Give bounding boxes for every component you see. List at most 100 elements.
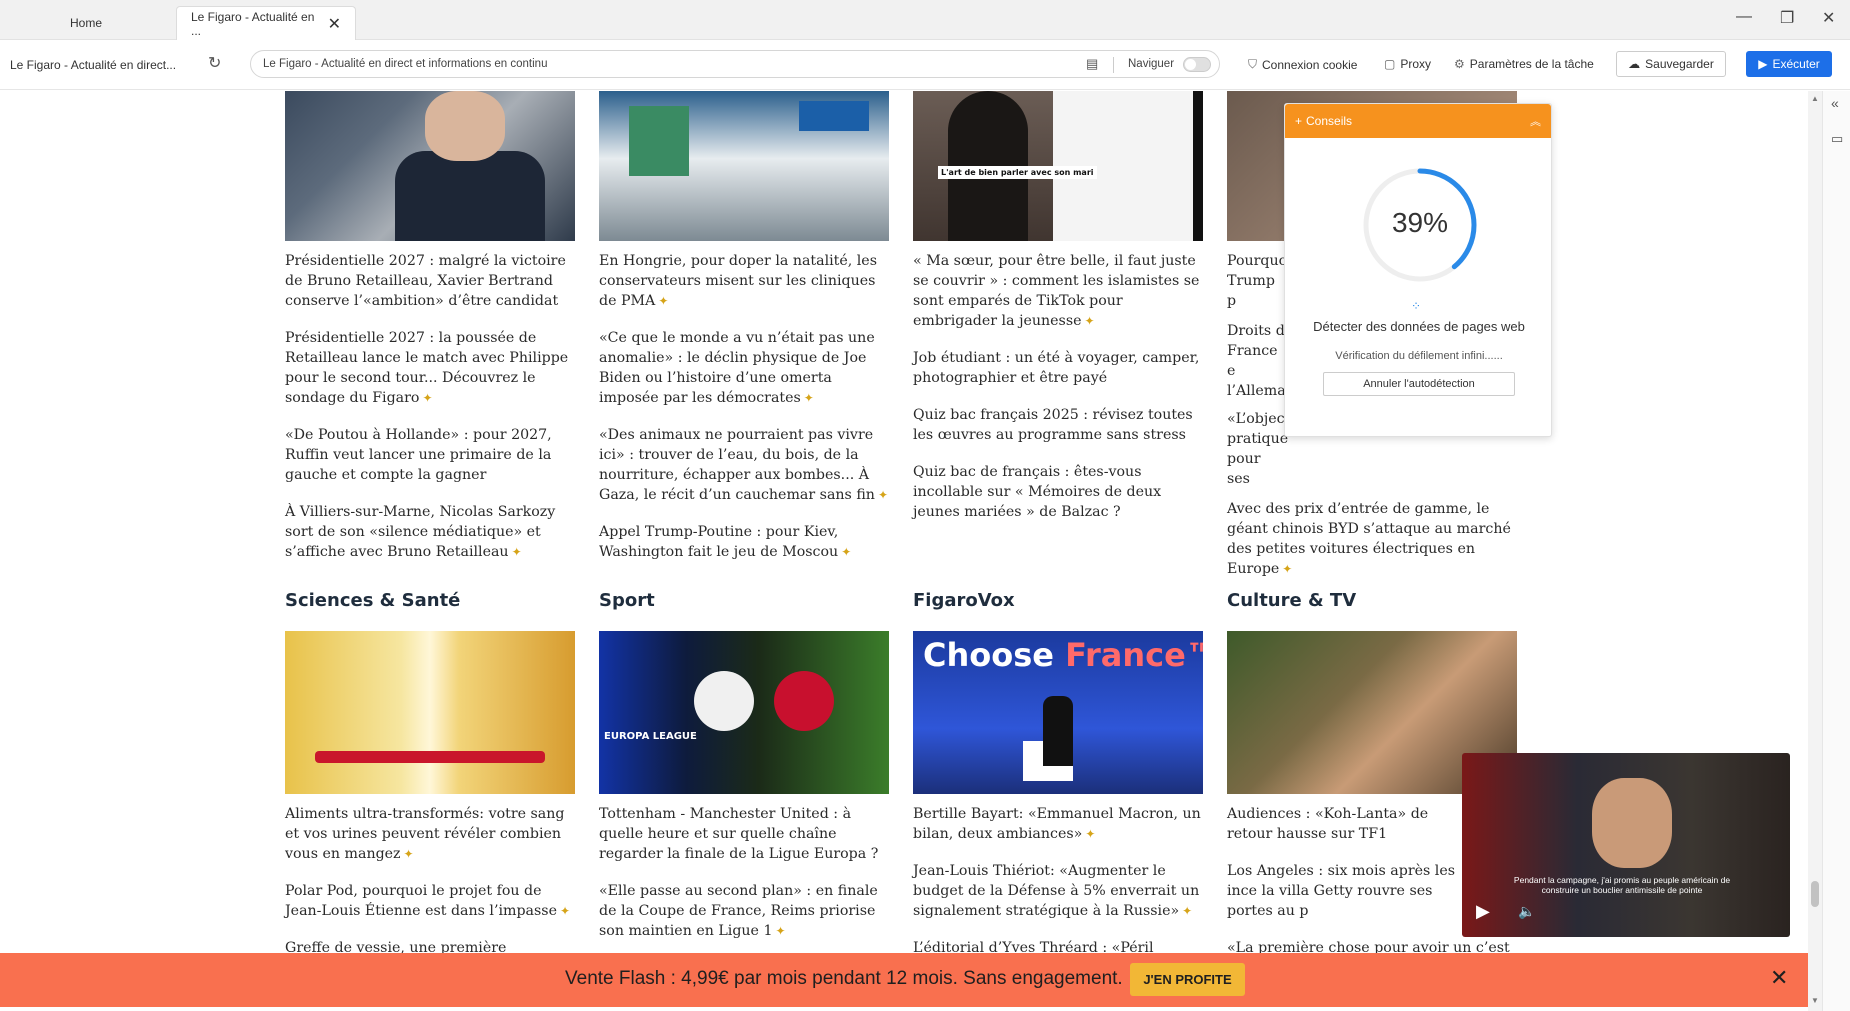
image-title: Choose France™ [923,636,1203,674]
detect-status: Détecter des données de pages web [1313,319,1525,334]
premium-icon: ✦ [511,545,522,559]
tab-label: Le Figaro - Actualité en ... [191,9,315,38]
page-title: Le Figaro - Actualité en direct... [10,58,177,72]
url-text: Le Figaro - Actualité en direct et infor… [263,58,548,70]
tab-label: Home [70,16,103,30]
article-image[interactable]: Choose France™ [913,631,1203,794]
article-image[interactable] [599,91,889,241]
scrollbar[interactable]: ▲ ▼ [1808,91,1822,1011]
scroll-down-icon[interactable]: ▼ [1811,996,1819,1005]
scrollbar-thumb[interactable] [1811,881,1819,907]
article-link[interactable]: Polar Pod, pourquoi le projet fou de Jea… [285,881,575,921]
divider [1113,57,1114,73]
article-title: «Elle passe au second plan» : en finale … [599,883,878,939]
tips-panel-header: + Conseils ︽ [1285,104,1551,138]
article-image[interactable]: EUROPA LEAGUE [599,631,889,794]
proxy-button[interactable]: ▢ Proxy [1384,57,1431,71]
cancel-autodetect-button[interactable]: Annuler l'autodétection [1323,372,1515,396]
premium-icon: ✦ [1084,314,1095,328]
collapse-icon[interactable]: ︽ [1530,113,1541,129]
promo-text: Vente Flash : 4,99€ par mois pendant 12 … [565,968,1123,989]
article-link[interactable]: Appel Trump-Poutine : pour Kiev, Washing… [599,522,889,562]
article-link[interactable]: Pourquo Trump p [1227,251,1287,311]
news-column: L'art de bien parler avec son mari « Ma … [913,91,1203,522]
image-shape [694,671,754,731]
article-link[interactable]: «De Poutou à Hollande» : pour 2027, Ruff… [285,425,575,485]
article-link[interactable]: «Ce que le monde a vu n’était pas une an… [599,328,889,408]
tab-home[interactable]: Home [0,6,176,40]
url-input[interactable]: Le Figaro - Actualité en direct et infor… [250,50,1220,78]
article-link[interactable]: Quiz bac de français : êtes-vous incolla… [913,462,1203,522]
news-column: Présidentielle 2027 : malgré la victoire… [285,91,575,562]
tips-title: Conseils [1306,114,1353,128]
article-link[interactable]: En Hongrie, pour doper la natalité, les … [599,251,889,311]
article-link[interactable]: Aliments ultra-transformés: votre sang e… [285,804,575,864]
article-link[interactable]: Droits d France e l’Allemag [1227,321,1295,401]
article-link[interactable]: À Villiers-sur-Marne, Nicolas Sarkozy so… [285,502,575,562]
volume-icon[interactable]: 🔈 [1518,903,1535,920]
article-link[interactable]: « Ma sœur, pour être belle, il faut just… [913,251,1203,331]
premium-icon: ✦ [559,904,571,918]
section-title[interactable]: FigaroVox [913,590,1015,611]
collapse-left-icon[interactable]: « [1831,95,1839,111]
premium-icon: ✦ [658,294,669,308]
run-button[interactable]: ▶ Exécuter [1746,51,1832,77]
image-shape [425,91,505,161]
cookie-login-button[interactable]: ⛉ Connexion cookie [1248,57,1357,72]
article-link[interactable]: Jean-Louis Thiériot: «Augmenter le budge… [913,861,1203,921]
play-icon[interactable]: ▶ [1476,901,1490,922]
article-link[interactable]: «L’object pratique pour ses [1227,409,1291,489]
image-shape [799,101,869,131]
premium-icon: ✦ [1085,827,1096,841]
minimize-icon[interactable]: — [1736,8,1752,26]
restore-icon[interactable]: ❐ [1780,8,1794,28]
close-icon[interactable]: ✕ [1770,965,1788,991]
premium-icon: ✦ [803,391,814,405]
article-link[interactable]: Job étudiant : un été à voyager, camper,… [913,348,1203,388]
article-link[interactable]: Bertille Bayart: «Emmanuel Macron, un bi… [913,804,1203,844]
subscribe-button[interactable]: J'EN PROFITE [1130,963,1245,996]
section-title[interactable]: Sciences & Santé [285,590,460,611]
article-image[interactable] [285,91,575,241]
reload-icon[interactable]: ↻ [208,53,221,73]
article-link[interactable]: «Elle passe au second plan» : en finale … [599,881,889,941]
article-link[interactable]: Tottenham - Manchester United : à quelle… [599,804,889,864]
article-image[interactable]: L'art de bien parler avec son mari [913,91,1203,241]
play-icon: ▶ [1758,57,1768,71]
save-button[interactable]: ☁ Sauvegarder [1616,51,1726,77]
article-link[interactable]: Présidentielle 2027 : malgré la victoire… [285,251,575,311]
proxy-label: Proxy [1400,57,1432,71]
article-link[interactable]: Avec des prix d’entrée de gamme, le géan… [1227,499,1517,579]
premium-icon: ✦ [877,488,888,502]
image-text: EUROPA LEAGUE [604,731,697,742]
article-image[interactable] [285,631,575,794]
section-column: Choose France™ Bertille Bayart: «Emmanue… [913,631,1203,978]
article-title: «L’object pratique pour ses [1227,411,1291,487]
panel-icon[interactable]: ▭ [1831,131,1843,147]
save-label: Sauvegarder [1645,57,1714,71]
article-link[interactable]: «Des animaux ne pourraient pas vivre ici… [599,425,889,505]
navigate-toggle[interactable] [1183,57,1211,72]
news-column: En Hongrie, pour doper la natalité, les … [599,91,889,562]
article-link[interactable]: Audiences : «Koh-Lanta» de retour hausse… [1227,804,1462,844]
article-title: «De Poutou à Hollande» : pour 2027, Ruff… [285,427,552,483]
section-title[interactable]: Culture & TV [1227,590,1356,611]
article-title: Tottenham - Manchester United : à quelle… [599,806,879,862]
video-player[interactable]: Pendant la campagne, j'ai promis au peup… [1462,753,1790,937]
image-shape [774,671,834,731]
article-title: « Ma sœur, pour être belle, il faut just… [913,253,1200,329]
close-tab-icon[interactable]: ✕ [328,14,341,34]
section-title[interactable]: Sport [599,590,655,611]
page-doc-icon[interactable]: ▤ [1086,56,1098,72]
article-link[interactable]: Quiz bac français 2025 : révisez toutes … [913,405,1203,445]
scroll-up-icon[interactable]: ▲ [1811,94,1819,103]
close-window-icon[interactable]: ✕ [1822,8,1835,28]
task-settings-button[interactable]: ⚙ Paramètres de la tâche [1454,57,1594,71]
article-link[interactable]: Los Angeles : six mois après les ince la… [1227,861,1462,921]
navigate-label: Naviguer [1128,58,1175,70]
image-title-a: Choose [923,636,1066,674]
premium-icon: ✦ [403,847,414,861]
image-shape [1043,696,1073,766]
article-link[interactable]: Présidentielle 2027 : la poussée de Reta… [285,328,575,408]
tab-le-figaro[interactable]: Le Figaro - Actualité en ... ✕ [176,6,356,40]
